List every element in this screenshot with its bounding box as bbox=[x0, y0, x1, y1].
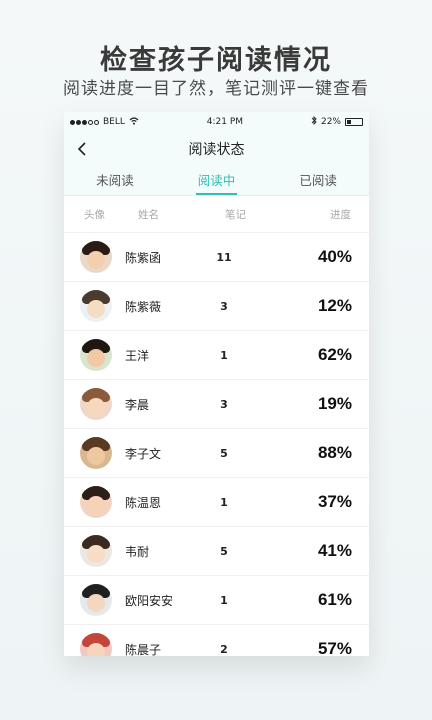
reading-progress: 57% bbox=[317, 639, 352, 656]
note-count: 3 bbox=[220, 397, 228, 411]
reading-progress: 12% bbox=[317, 296, 352, 315]
note-count: 3 bbox=[220, 299, 228, 313]
note-count: 11 bbox=[216, 250, 232, 264]
reading-progress: 19% bbox=[317, 394, 352, 413]
student-list: 陈紫函 11 40% 陈紫薇 3 12% 王洋 1 62% 李晨 3 19% 李… bbox=[64, 232, 369, 656]
avatar bbox=[80, 290, 112, 322]
status-bar: BELL 4:21 PM 22% bbox=[64, 112, 369, 132]
student-name: 陈紫函 bbox=[125, 250, 162, 265]
list-item[interactable]: 陈紫薇 3 12% bbox=[64, 281, 369, 330]
signal-dots-icon bbox=[70, 119, 99, 125]
reading-progress: 61% bbox=[317, 590, 352, 609]
avatar bbox=[80, 241, 112, 273]
chevron-left-icon bbox=[77, 142, 86, 156]
column-progress: 进度 bbox=[330, 208, 351, 221]
phone-screen: BELL 4:21 PM 22% 阅读状态 未阅读 阅读中 已阅读 头像 姓名 … bbox=[64, 112, 369, 656]
avatar bbox=[80, 339, 112, 371]
bluetooth-icon bbox=[311, 115, 317, 128]
column-avatar: 头像 bbox=[84, 208, 105, 221]
list-item[interactable]: 韦耐 5 41% bbox=[64, 526, 369, 575]
avatar bbox=[80, 486, 112, 518]
avatar bbox=[80, 437, 112, 469]
student-name: 李晨 bbox=[125, 397, 150, 412]
list-item[interactable]: 欧阳安安 1 61% bbox=[64, 575, 369, 624]
list-item[interactable]: 王洋 1 62% bbox=[64, 330, 369, 379]
tab-finished[interactable]: 已阅读 bbox=[267, 166, 369, 195]
student-name: 李子文 bbox=[125, 446, 162, 461]
wifi-icon bbox=[129, 116, 139, 128]
reading-progress: 41% bbox=[317, 541, 352, 560]
battery-percent: 22% bbox=[320, 117, 341, 127]
status-tabs: 未阅读 阅读中 已阅读 bbox=[64, 166, 369, 196]
reading-progress: 37% bbox=[317, 492, 352, 511]
column-name: 姓名 bbox=[138, 208, 159, 221]
note-count: 1 bbox=[220, 495, 228, 509]
column-notes: 笔记 bbox=[225, 208, 246, 221]
battery-icon bbox=[344, 118, 363, 126]
avatar bbox=[80, 633, 112, 656]
status-time: 4:21 PM bbox=[206, 117, 244, 127]
list-item[interactable]: 陈温恩 1 37% bbox=[64, 477, 369, 526]
carrier-label: BELL bbox=[103, 117, 125, 127]
avatar bbox=[80, 535, 112, 567]
reading-progress: 40% bbox=[317, 247, 352, 266]
list-item[interactable]: 陈紫函 11 40% bbox=[64, 232, 369, 281]
note-count: 1 bbox=[220, 593, 228, 607]
tab-unread[interactable]: 未阅读 bbox=[64, 166, 166, 195]
student-name: 陈温恩 bbox=[125, 495, 162, 510]
note-count: 5 bbox=[220, 446, 228, 460]
list-item[interactable]: 李晨 3 19% bbox=[64, 379, 369, 428]
avatar bbox=[80, 388, 112, 420]
tab-reading[interactable]: 阅读中 bbox=[166, 166, 268, 195]
list-item[interactable]: 李子文 5 88% bbox=[64, 428, 369, 477]
reading-progress: 88% bbox=[317, 443, 352, 462]
page-title: 阅读状态 bbox=[188, 142, 245, 158]
back-button[interactable] bbox=[72, 138, 92, 160]
reading-progress: 62% bbox=[317, 345, 352, 364]
student-name: 欧阳安安 bbox=[125, 593, 174, 608]
note-count: 2 bbox=[220, 642, 228, 656]
student-name: 陈晨子 bbox=[125, 642, 162, 657]
student-name: 王洋 bbox=[125, 348, 150, 363]
nav-bar: 阅读状态 bbox=[64, 132, 369, 166]
note-count: 1 bbox=[220, 348, 228, 362]
promo-headline: 检查孩子阅读情况 bbox=[100, 45, 332, 76]
avatar bbox=[80, 584, 112, 616]
list-header: 头像 姓名 笔记 进度 bbox=[64, 196, 369, 232]
list-item[interactable]: 陈晨子 2 57% bbox=[64, 624, 369, 656]
student-name: 韦耐 bbox=[125, 544, 150, 559]
student-name: 陈紫薇 bbox=[125, 299, 162, 314]
promo-subline: 阅读进度一目了然，笔记测评一键查看 bbox=[63, 79, 369, 99]
note-count: 5 bbox=[220, 544, 228, 558]
